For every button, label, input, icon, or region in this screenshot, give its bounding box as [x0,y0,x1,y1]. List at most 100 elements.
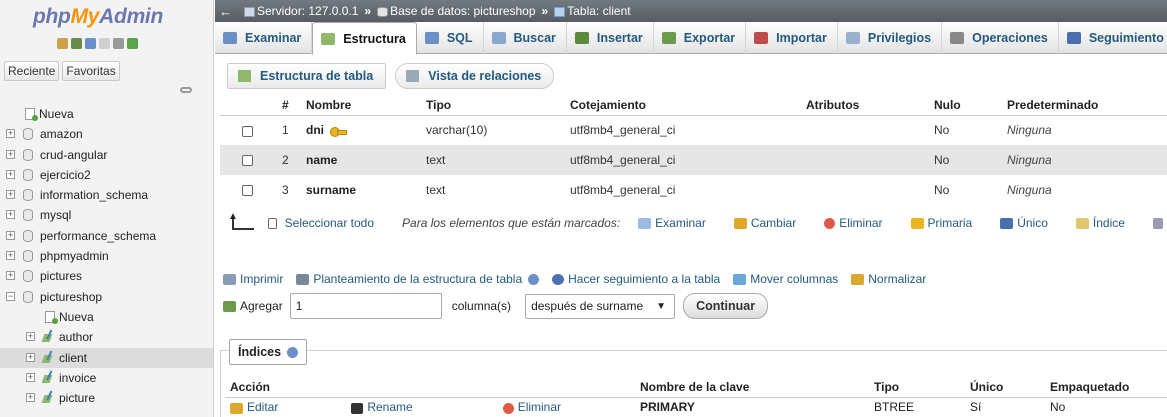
import-icon [754,32,769,44]
expand-icon[interactable]: + [6,190,15,200]
row-checkbox[interactable] [242,155,253,167]
cell-num-text: 2 [282,153,289,167]
tree-db-pictures[interactable]: + pictures [0,266,213,286]
col-header-num[interactable]: # [278,95,302,116]
help-icon[interactable] [85,38,96,49]
bulk-primary-button[interactable]: Primaria [910,216,972,230]
bulk-change-button[interactable]: Cambiar [733,216,796,230]
bulk-unique-button[interactable]: Único [1000,216,1048,230]
key-icon [910,218,924,230]
track-table-link[interactable]: Hacer seguimiento a la tabla [552,272,720,286]
cell-type-text: varchar(10) [426,123,488,138]
row-checkbox[interactable] [242,185,253,197]
home-icon[interactable] [57,38,68,49]
bulk-browse-button[interactable]: Examinar [638,216,706,230]
docs-icon[interactable] [99,38,110,49]
expand-icon[interactable]: + [26,393,35,403]
expand-icon[interactable]: + [6,129,15,139]
bulk-index-button[interactable]: Índice [1075,216,1125,230]
subtab-table-structure[interactable]: Estructura de tabla [227,63,387,89]
collapse-icon[interactable]: − [6,291,15,301]
subtab-relation-view[interactable]: Vista de relaciones [395,63,555,89]
print-link[interactable]: Imprimir [223,272,283,286]
help-icon[interactable] [287,346,299,358]
tab-eye[interactable]: Seguimiento [1059,22,1167,54]
tree-table-author[interactable]: + author [0,327,213,347]
tab-search[interactable]: Buscar [484,22,567,54]
expand-icon[interactable]: + [6,251,15,261]
help-icon[interactable] [528,273,540,285]
expand-icon[interactable]: + [26,352,35,362]
index-edit-button[interactable]: Editar [230,400,348,414]
cell-name-text[interactable]: surname [306,183,356,197]
tree-db-performance_schema[interactable]: + performance_schema [0,226,213,246]
bulk-delete-button[interactable]: Eliminar [824,216,883,230]
tab-export[interactable]: Exportar [654,22,747,54]
database-icon [23,168,33,181]
link-with-main-icon[interactable] [180,87,192,93]
cell-null-text: No [934,123,950,138]
col-header-default[interactable]: Predeterminado [1003,95,1167,116]
add-position-select[interactable]: después de surname ▼ [525,293,676,319]
normalize-link[interactable]: Normalizar [851,272,926,286]
tree-db-pictureshop[interactable]: − pictureshop [0,287,213,307]
expand-icon[interactable]: + [6,210,15,220]
add-count-input[interactable]: 1 [289,293,442,319]
col-header-collation[interactable]: Cotejamiento [566,95,802,116]
privileges-icon [845,32,860,44]
fulltext-icon[interactable] [1152,217,1163,229]
tree-db-ejercicio2[interactable]: + ejercicio2 [0,165,213,185]
breadcrumb-database[interactable]: Base de datos: pictureshop [377,4,536,18]
indexes-legend[interactable]: Índices [229,339,308,365]
breadcrumb-table[interactable]: Tabla: client [554,4,631,18]
expand-icon[interactable]: + [6,230,15,240]
tab-privileges[interactable]: Privilegios [838,22,943,54]
tree-table-invoice[interactable]: + invoice [0,368,213,388]
logout-icon[interactable] [71,38,82,49]
print-icon [223,273,236,285]
move-columns-link[interactable]: Mover columnas [733,272,838,286]
tab-structure[interactable]: Estructura [312,22,417,55]
expand-icon[interactable]: + [6,169,15,179]
recent-button[interactable]: Reciente [4,61,60,81]
server-icon [244,6,255,17]
favorites-button[interactable]: Favoritas [62,61,120,81]
tab-import[interactable]: Importar [746,22,838,54]
tab-wrench[interactable]: Operaciones [942,22,1059,54]
select-all-label[interactable]: Seleccionar todo [285,216,374,230]
tree-item-label: invoice [59,370,97,385]
tree-table-client[interactable]: + client [0,347,213,368]
continue-button[interactable]: Continuar [683,293,769,319]
index-delete-button[interactable]: Eliminar [502,400,561,414]
tree-db-information_schema[interactable]: + information_schema [0,185,213,205]
expand-icon[interactable]: + [26,372,35,382]
tree-db-amazon[interactable]: + amazon [0,124,213,144]
index-rename-button[interactable]: Rename [351,400,499,414]
expand-icon[interactable]: + [6,149,15,159]
reload-icon[interactable] [127,38,138,49]
tree-table-picture[interactable]: + picture [0,388,213,408]
expand-icon[interactable]: + [26,332,35,342]
propose-structure-link[interactable]: Planteamiento de la estructura de tabla [296,272,540,286]
cell-name-text[interactable]: name [306,153,337,167]
phpmyadmin-logo[interactable]: phpMyAdmin [33,5,163,29]
col-header-name[interactable]: Nombre [302,95,422,116]
tree-new[interactable]: Nueva [0,307,213,327]
tab-insert[interactable]: Insertar [567,22,654,54]
breadcrumb-server[interactable]: Servidor: 127.0.0.1 [244,4,358,18]
row-checkbox[interactable] [242,125,253,137]
tree-db-phpmyadmin[interactable]: + phpmyadmin [0,246,213,266]
cell-name-text[interactable]: dni [306,123,324,137]
tree-new[interactable]: Nueva [0,104,213,124]
tab-browse[interactable]: Examinar [215,22,313,54]
settings-icon[interactable] [113,38,124,49]
tree-db-mysql[interactable]: + mysql [0,205,213,225]
tree-db-crud-angular[interactable]: + crud-angular [0,145,213,165]
collapse-arrow-icon[interactable]: ← [219,4,232,19]
col-header-attributes[interactable]: Atributos [802,95,930,116]
select-all-checkbox[interactable] [267,217,277,229]
col-header-null[interactable]: Nulo [930,95,1003,116]
col-header-type[interactable]: Tipo [422,95,566,116]
tab-sql[interactable]: SQL [417,22,484,54]
expand-icon[interactable]: + [6,271,15,281]
